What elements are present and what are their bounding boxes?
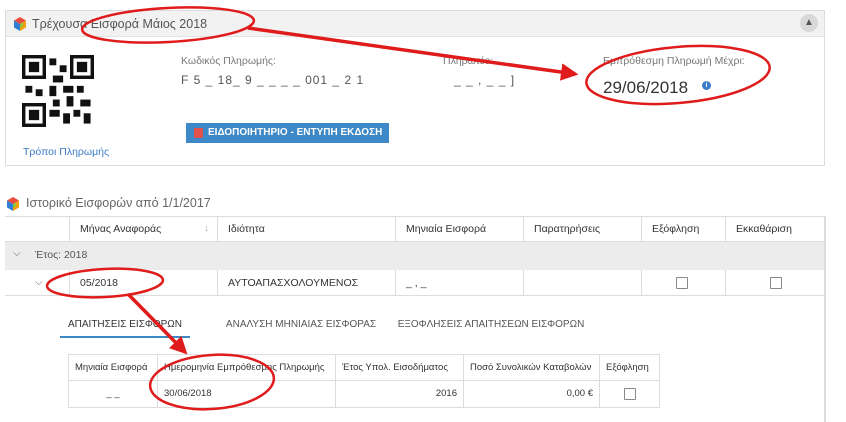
print-notice-label: ΕΙΔΟΠΟΙΗΤΗΡΙΟ - ΕΝΤΥΠΗ ΕΚΔΟΣΗ — [208, 127, 383, 138]
history-grid: Μήνας Αναφοράς ↓ Ιδιότητα Μηνιαία Εισφορ… — [5, 216, 825, 298]
claims-column-total-payments: Ποσό Συνολικών Καταβολών — [463, 355, 599, 381]
tab-claims[interactable]: ΑΠΑΙΤΗΣΕΙΣ ΕΙΣΦΟΡΩΝ — [60, 316, 190, 338]
table-row: _ _ 30/06/2018 2016 0,00 € — [69, 381, 659, 407]
column-header-month[interactable]: Μήνας Αναφοράς ↓ — [69, 217, 217, 241]
group-label: Έτος: 2018 — [35, 249, 88, 261]
cell-monthly-contribution: _ , _ — [395, 270, 523, 296]
beneficiary-label: Πληρωτέο: — [443, 55, 494, 67]
chevron-down-icon[interactable]: ⌵ — [13, 248, 21, 259]
history-title: Ιστορικό Εισφορών από 1/1/2017 — [26, 196, 211, 210]
claims-table-header: Μηνιαία Εισφορά Ημερομηνία Εμπρόθεσμης Π… — [69, 355, 659, 381]
cell-month: 05/2018 — [69, 270, 217, 296]
cell-notes — [523, 270, 641, 296]
beneficiary-value: _ _ , _ _ ] — [454, 73, 516, 87]
cube-logo-icon — [13, 17, 27, 31]
claims-column-settled: Εξόφληση — [599, 355, 661, 381]
detail-tabs: ΑΠΑΙΤΗΣΕΙΣ ΕΙΣΦΟΡΩΝ ΑΝΑΛΥΣΗ ΜΗΝΙΑΙΑΣ ΕΙΣ… — [60, 316, 660, 338]
page-edge-divider — [824, 216, 826, 422]
pdf-icon — [194, 128, 203, 138]
column-header-clearance[interactable]: Εκκαθάριση — [725, 217, 825, 241]
claims-table: Μηνιαία Εισφορά Ημερομηνία Εμπρόθεσμης Π… — [68, 354, 660, 408]
due-date-value: 29/06/2018 — [603, 78, 689, 97]
checkbox-icon[interactable] — [770, 277, 782, 289]
claims-cell-monthly-contribution: _ _ — [106, 388, 120, 399]
table-row[interactable]: ⌵ 05/2018 ΑΥΤΟΑΠΑΣΧΟΛΟΥΜΕΝΟΣ _ , _ — [5, 270, 825, 296]
cell-clearance — [725, 270, 825, 296]
claims-cell-settled — [599, 381, 661, 407]
claims-column-income-year: Έτος Υπολ. Εισοδήματος — [335, 355, 463, 381]
print-notice-button[interactable]: ΕΙΔΟΠΟΙΗΤΗΡΙΟ - ΕΝΤΥΠΗ ΕΚΔΟΣΗ — [186, 123, 389, 143]
qr-code-icon — [22, 55, 94, 127]
payment-code-label: Κωδικός Πληρωμής: — [181, 55, 276, 67]
payment-code-value: F 5 _ 18_ 9 _ _ _ _ 001 _ 2 1 — [181, 73, 365, 87]
column-header-month-label: Μήνας Αναφοράς — [80, 223, 162, 235]
tab-monthly-analysis[interactable]: ΑΝΑΛΥΣΗ ΜΗΝΙΑΙΑΣ ΕΙΣΦΟΡΑΣ — [206, 316, 396, 338]
current-contribution-panel: Τρέχουσα Εισφορά Μάιος 2018 ▲ Τρόποι Πλη… — [5, 10, 825, 166]
chevron-down-icon[interactable]: ⌵ — [35, 277, 43, 288]
column-header-settled[interactable]: Εξόφληση — [641, 217, 725, 241]
column-header-capacity[interactable]: Ιδιότητα — [217, 217, 395, 241]
column-header-monthly-contribution[interactable]: Μηνιαία Εισφορά — [395, 217, 523, 241]
current-contribution-title: Τρέχουσα Εισφορά Μάιος 2018 — [32, 17, 208, 31]
checkbox-icon[interactable] — [676, 277, 688, 289]
tab-claim-settlements[interactable]: ΕΞΟΦΛΗΣΕΙΣ ΑΠΑΙΤΗΣΕΩΝ ΕΙΣΦΟΡΩΝ — [396, 316, 586, 338]
claims-cell-due-date: 30/06/2018 — [157, 381, 335, 407]
grid-header: Μήνας Αναφοράς ↓ Ιδιότητα Μηνιαία Εισφορ… — [5, 216, 825, 242]
cell-capacity: ΑΥΤΟΑΠΑΣΧΟΛΟΥΜΕΝΟΣ — [217, 270, 395, 296]
column-header-notes[interactable]: Παρατηρήσεις — [523, 217, 641, 241]
checkbox-icon[interactable] — [624, 388, 636, 400]
cube-logo-icon — [6, 197, 20, 211]
group-row-year[interactable]: ⌵ Έτος: 2018 — [5, 242, 825, 270]
info-icon[interactable]: i — [702, 81, 711, 90]
sort-arrow-icon: ↓ — [204, 223, 209, 234]
cell-settled — [641, 270, 725, 296]
due-date-label: Εμπρόθεσμη Πληρωμή Μέχρι: — [603, 55, 745, 67]
claims-cell-income-year: 2016 — [335, 381, 463, 407]
chevron-up-icon[interactable]: ▲ — [800, 14, 818, 32]
claims-column-monthly-contribution: Μηνιαία Εισφορά — [75, 362, 148, 373]
claims-cell-total-payments: 0,00 € — [463, 381, 599, 407]
payment-methods-link[interactable]: Τρόποι Πληρωμής — [23, 146, 109, 158]
panel-header: Τρέχουσα Εισφορά Μάιος 2018 ▲ — [6, 11, 824, 37]
claims-column-due-date: Ημερομηνία Εμπρόθεσμης Πληρωμής — [157, 355, 335, 381]
